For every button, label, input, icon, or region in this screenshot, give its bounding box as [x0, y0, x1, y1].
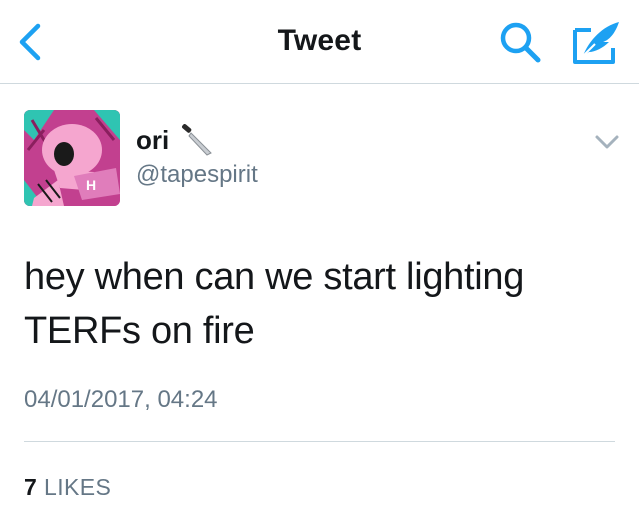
page-title: Tweet [277, 24, 362, 57]
avatar[interactable]: H [24, 110, 120, 206]
author-handle[interactable]: @tapespirit [136, 160, 258, 190]
compose-feather-icon[interactable] [569, 18, 623, 66]
likes-count: 7 [24, 474, 38, 500]
tweet-timestamp: 04/01/2017, 04:24 [24, 386, 218, 413]
likes-label: LIKES [44, 474, 112, 500]
top-navigation-bar: Tweet [0, 0, 639, 84]
search-icon[interactable] [497, 20, 543, 64]
tweet-text: hey when can we start lighting TERFs on … [24, 256, 525, 352]
svg-text:H: H [86, 177, 96, 193]
likes-stat[interactable]: 7 LIKES [24, 474, 111, 501]
chevron-down-icon[interactable] [594, 132, 620, 152]
author-name[interactable]: ori [136, 125, 169, 155]
knife-emoji-icon [182, 124, 212, 156]
divider [24, 441, 615, 442]
